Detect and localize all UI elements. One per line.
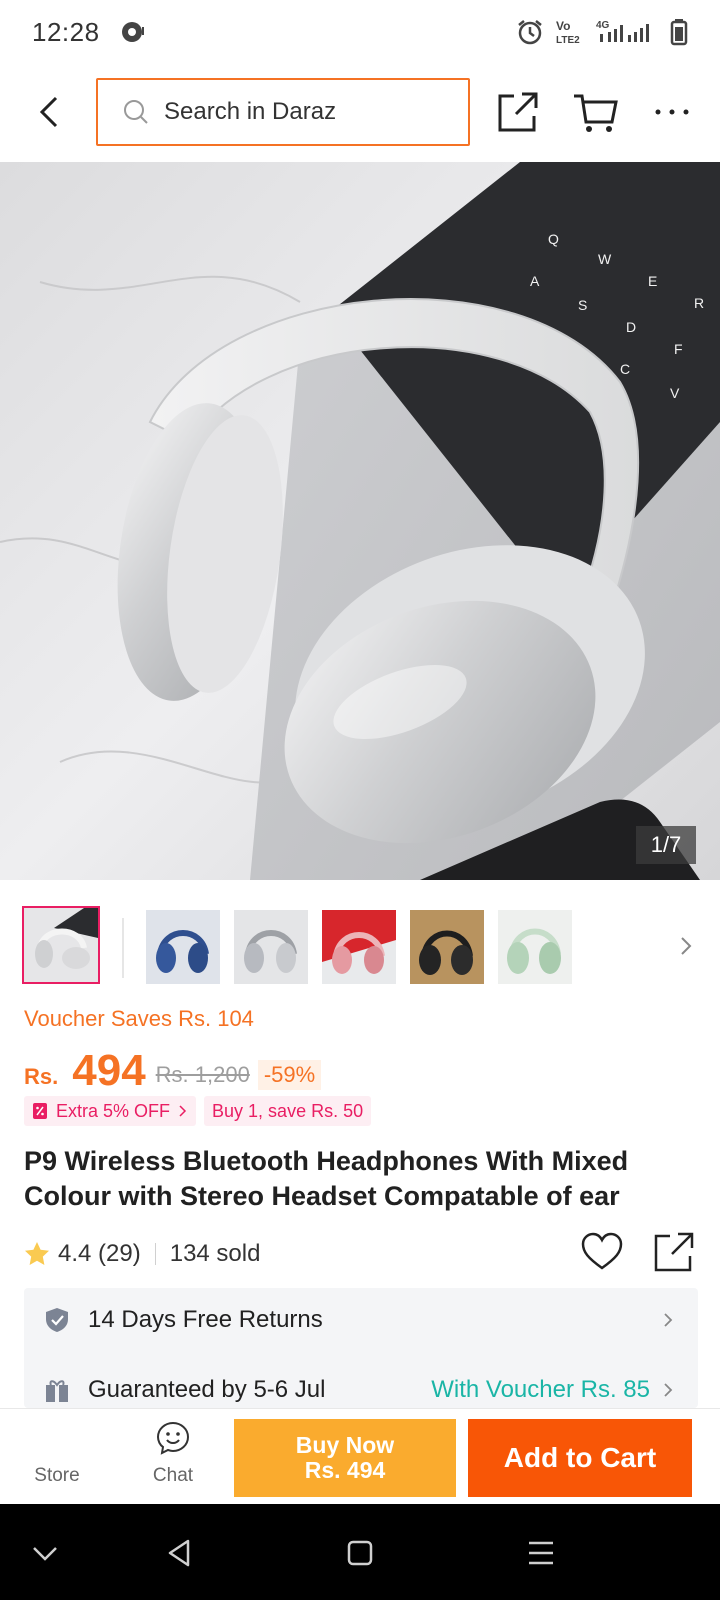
thumbnail-blue[interactable] — [146, 910, 220, 984]
returns-text: 14 Days Free Returns — [88, 1306, 323, 1333]
service-info-box: 14 Days Free Returns Guaranteed by 5-6 J… — [24, 1288, 698, 1408]
star-icon — [25, 1242, 49, 1265]
signal-icon: 4G — [596, 20, 649, 42]
more-icon[interactable] — [654, 98, 690, 126]
thumbnail-white[interactable] — [22, 906, 100, 984]
buy-now-label: Buy Now — [295, 1432, 395, 1458]
nav-menu-icon[interactable] — [526, 1538, 556, 1568]
rating-row: 4.4 (29) 134 sold — [24, 1232, 696, 1274]
coupon-icon — [33, 1103, 47, 1119]
key-e: E — [648, 273, 657, 289]
volte-top-text: Vo — [556, 19, 570, 33]
buy-now-price: Rs. 494 — [304, 1457, 386, 1483]
store-label: Store — [34, 1465, 80, 1486]
gift-box-icon — [46, 1380, 68, 1402]
voucher-savings[interactable]: Voucher Saves Rs. 104 — [24, 1006, 254, 1032]
green-headphones-thumb — [498, 910, 572, 984]
status-time: 12:28 — [32, 16, 100, 47]
thumbnail-black[interactable] — [410, 910, 484, 984]
notification-icon — [121, 22, 144, 42]
promo-buy-save[interactable]: Buy 1, save Rs. 50 — [204, 1096, 372, 1126]
thumbnail-grey[interactable] — [234, 910, 308, 984]
buy-now-button[interactable]: Buy Now Rs. 494 — [234, 1419, 456, 1497]
pink-headphones-thumb — [322, 910, 396, 984]
chevron-right-icon[interactable] — [676, 932, 696, 960]
share-icon[interactable] — [652, 1230, 696, 1274]
chat-button[interactable]: Chat — [138, 1421, 208, 1499]
share-icon[interactable] — [496, 90, 540, 134]
bottom-action-bar: Store Chat Buy Now Rs. 494 Add to Cart — [0, 1408, 720, 1504]
cart-icon[interactable] — [572, 90, 618, 134]
chat-smile-icon — [156, 1421, 190, 1455]
search-bar[interactable] — [96, 78, 470, 146]
chevron-down-icon[interactable] — [30, 1538, 60, 1568]
chevron-right-icon — [664, 1383, 673, 1397]
product-image-carousel[interactable]: Q W E R A S D F C V 1/7 — [0, 162, 720, 880]
key-c: C — [620, 361, 630, 377]
price-value: 494 — [72, 1046, 146, 1095]
key-r: R — [694, 295, 704, 311]
key-s: S — [578, 297, 587, 313]
product-title: P9 Wireless Bluetooth Headphones With Mi… — [24, 1146, 629, 1211]
heart-icon[interactable] — [580, 1232, 624, 1272]
product-image: Q W E R A S D F C V — [0, 162, 720, 880]
status-indicators: Vo LTE2 4G — [516, 18, 688, 46]
delivery-row[interactable]: Guaranteed by 5-6 Jul With Voucher Rs. 8… — [24, 1360, 698, 1408]
store-button[interactable]: Store — [22, 1427, 92, 1497]
grey-headphones-thumb — [234, 910, 308, 984]
promo-extra-label: Extra 5% OFF — [56, 1100, 171, 1121]
delivery-text: Guaranteed by 5-6 Jul — [88, 1376, 326, 1403]
network-type-text: 4G — [596, 20, 610, 31]
shield-check-icon — [46, 1308, 68, 1332]
add-to-cart-button[interactable]: Add to Cart — [468, 1419, 692, 1497]
original-price: Rs. 1,200 — [155, 1062, 250, 1087]
image-counter: 1/7 — [636, 826, 696, 864]
nav-home-icon[interactable] — [345, 1538, 375, 1568]
discount-badge: -59% — [257, 1060, 322, 1090]
key-v: V — [670, 385, 680, 401]
chat-label: Chat — [152, 1465, 194, 1486]
status-bar: 12:28 Vo LTE2 4G — [0, 0, 720, 64]
system-navigation-bar — [0, 1504, 720, 1600]
chevron-right-icon — [179, 1105, 187, 1117]
chevron-right-icon — [664, 1313, 673, 1327]
white-headphones-thumb — [24, 908, 98, 982]
returns-row[interactable]: 14 Days Free Returns — [24, 1290, 698, 1350]
alarm-icon — [518, 20, 542, 45]
price-row: Rs. 494 Rs. 1,200 -59% — [24, 1040, 322, 1096]
promo-tags: Extra 5% OFF Buy 1, save Rs. 50 — [24, 1096, 372, 1126]
thumbnail-divider — [122, 918, 124, 978]
volte-icon: Vo LTE2 — [556, 19, 580, 46]
thumbnail-strip — [0, 906, 720, 986]
price-currency: Rs. — [24, 1064, 59, 1089]
search-input[interactable] — [164, 98, 444, 126]
sold-count: 134 sold — [169, 1240, 261, 1267]
nav-back-icon[interactable] — [164, 1538, 194, 1568]
promo-buy-label: Buy 1, save Rs. 50 — [212, 1100, 364, 1121]
black-headphones-thumb — [410, 910, 484, 984]
promo-extra-off[interactable]: Extra 5% OFF — [24, 1096, 197, 1126]
thumbnail-pink[interactable] — [322, 910, 396, 984]
battery-icon — [670, 19, 688, 46]
key-f: F — [674, 341, 683, 357]
delivery-voucher: With Voucher Rs. 85 — [431, 1376, 650, 1403]
volte-bottom-text: LTE2 — [556, 35, 580, 46]
rating-divider — [154, 1243, 156, 1265]
key-w: W — [598, 251, 612, 267]
thumbnail-green[interactable] — [498, 910, 572, 984]
key-q: Q — [548, 231, 559, 247]
blue-headphones-thumb — [146, 910, 220, 984]
key-d: D — [626, 319, 636, 335]
top-nav-bar — [0, 64, 720, 160]
search-icon — [124, 100, 148, 124]
key-a: A — [530, 273, 540, 289]
back-arrow-icon[interactable] — [30, 92, 70, 132]
rating-value[interactable]: 4.4 (29) — [58, 1240, 141, 1268]
